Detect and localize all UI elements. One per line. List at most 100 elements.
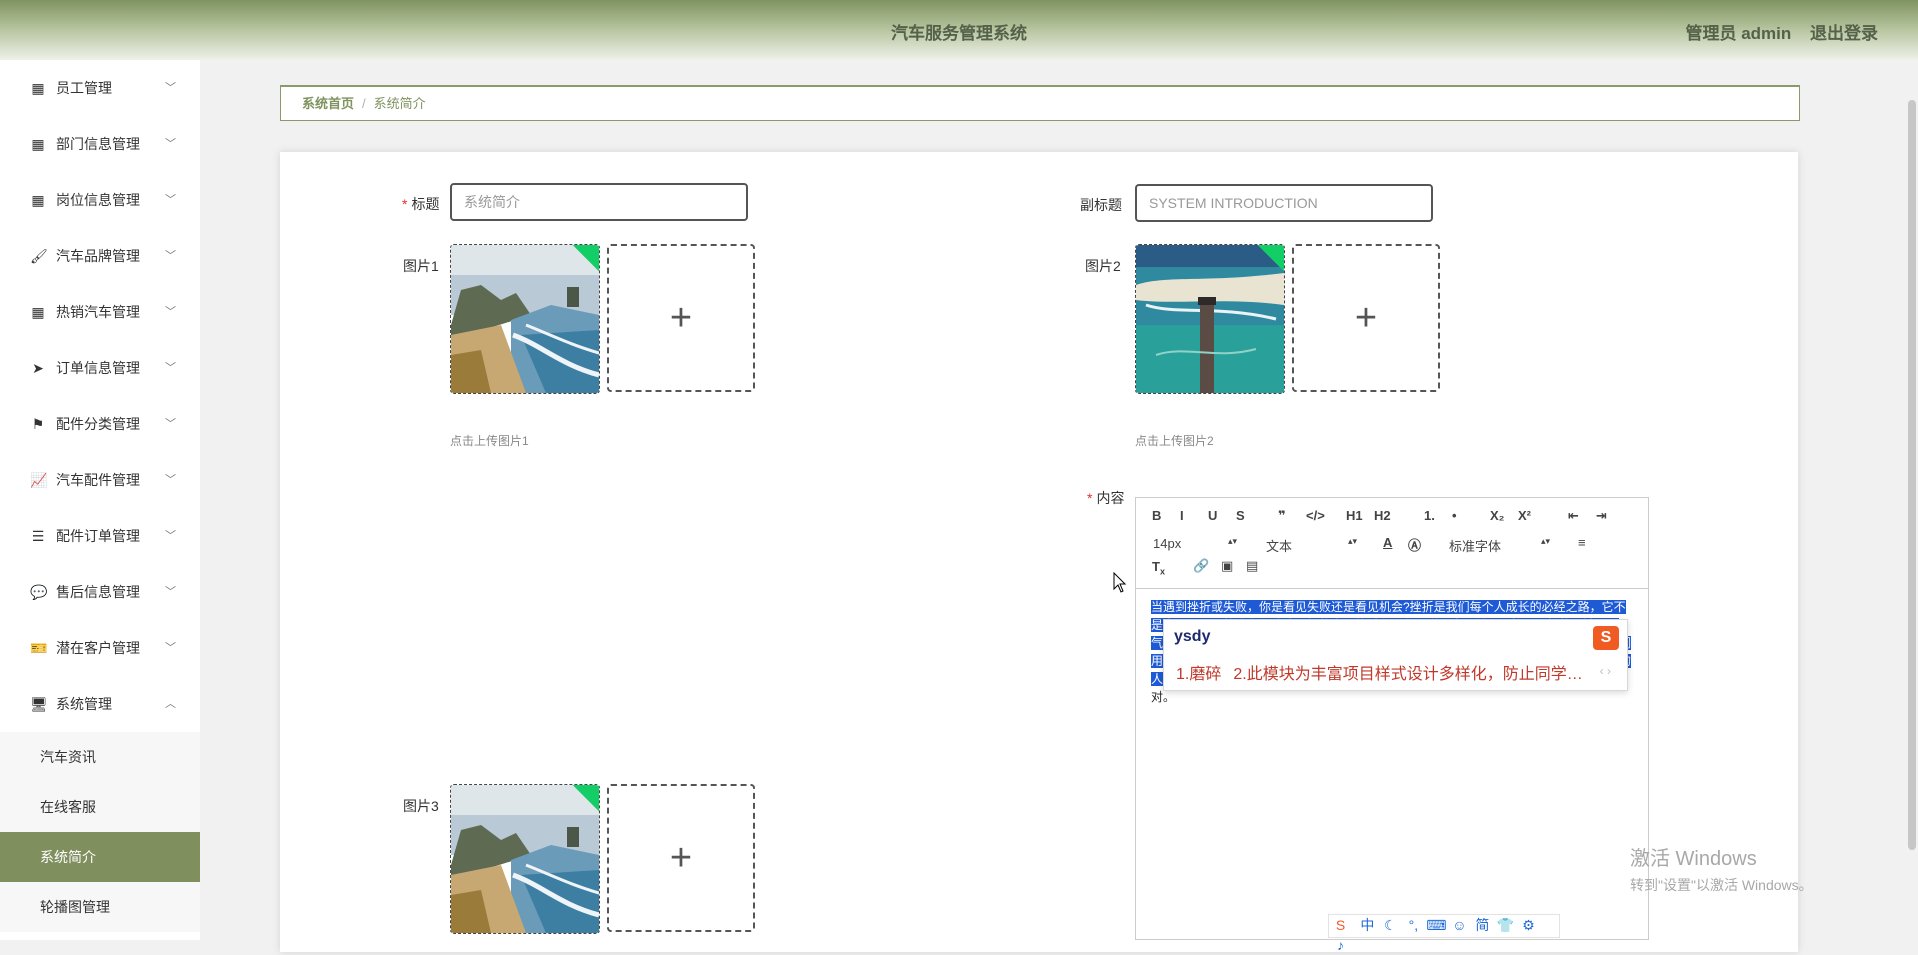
page-scrollbar[interactable] xyxy=(1906,60,1918,940)
underline-icon[interactable]: U xyxy=(1208,508,1217,523)
sidebar-item[interactable]: 💬 售后信息管理 ﹀ xyxy=(0,564,200,620)
pic3-thumbnail[interactable] xyxy=(450,784,600,934)
h2-icon[interactable]: H2 xyxy=(1374,508,1391,523)
pic1-label: 图片1 xyxy=(403,258,439,274)
chevron-down-icon: ﹀ xyxy=(165,82,176,94)
sidebar-subitem[interactable]: 在线客服 xyxy=(0,782,200,832)
pic1-thumbnail[interactable] xyxy=(450,244,600,394)
ime-candidate[interactable]: 1.磨碎 xyxy=(1176,666,1221,683)
title-label: * 标题 xyxy=(402,196,440,212)
pic2-hint: 点击上传图片2 xyxy=(1135,434,1214,448)
indent-icon[interactable]: ⇥ xyxy=(1596,508,1607,524)
ime-simplified-icon[interactable]: 简 xyxy=(1471,915,1494,935)
sidebar-subitem[interactable]: 轮播图管理 xyxy=(0,882,200,932)
sidebar-item[interactable]: ▦ 员工管理 ﹀ xyxy=(0,60,200,116)
sidebar-item[interactable]: 📈 汽车配件管理 ﹀ xyxy=(0,452,200,508)
chevron-up-icon: ︿ xyxy=(165,698,176,710)
ime-music-icon[interactable]: ♪ xyxy=(1329,935,1352,955)
sidebar-item[interactable]: ☰ 配件订单管理 ﹀ xyxy=(0,508,200,564)
pic2-upload-button[interactable]: + xyxy=(1292,244,1440,392)
monitor-icon: 🖥 xyxy=(30,696,48,712)
sidebar-item-label: 售后信息管理 xyxy=(56,584,140,600)
sidebar-item[interactable]: 🎫 潜在客户管理 ﹀ xyxy=(0,620,200,676)
ime-punctuation-icon[interactable]: °, xyxy=(1402,915,1425,935)
sidebar-item[interactable]: ▦ 岗位信息管理 ﹀ xyxy=(0,172,200,228)
sidebar-item[interactable]: ▦ 部门信息管理 ﹀ xyxy=(0,116,200,172)
ime-page-nav[interactable]: ‹ › xyxy=(1600,664,1611,678)
content-editor[interactable]: B I U S ❞ </> H1 H2 1. • X₂ X² ⇤ ⇥ 14px ▴▾ 文本 ▴▾ A Ⓐ 标准… xyxy=(1135,497,1649,940)
title-input[interactable] xyxy=(450,183,748,221)
image-icon[interactable]: ▣ xyxy=(1221,558,1233,574)
user-area: 管理员 admin 退出登录 xyxy=(1685,19,1878,44)
quote-icon[interactable]: ❞ xyxy=(1278,508,1286,524)
brush-icon: 🖌 xyxy=(30,248,48,264)
sidebar-item[interactable]: 🖌 汽车品牌管理 ﹀ xyxy=(0,228,200,284)
pic1-hint: 点击上传图片1 xyxy=(450,434,529,448)
ime-candidate[interactable]: 2.此模块为丰富项目样式设计多样化，防止同学… xyxy=(1233,666,1582,683)
pic3-label: 图片3 xyxy=(403,798,439,814)
pic3-upload-button[interactable]: + xyxy=(607,784,755,932)
sidebar-item-label: 岗位信息管理 xyxy=(56,192,140,208)
paragraph-select[interactable]: 文本 ▴▾ xyxy=(1266,536,1357,555)
h1-icon[interactable]: H1 xyxy=(1346,508,1363,523)
ime-logo-icon[interactable]: S xyxy=(1329,915,1352,935)
ime-skin-icon[interactable]: 👕 xyxy=(1494,915,1517,935)
ordered-list-icon[interactable]: 1. xyxy=(1424,508,1435,523)
sidebar-item-label: 系统管理 xyxy=(56,696,112,712)
submenu-system: 汽车资讯 在线客服 系统简介 轮播图管理 xyxy=(0,732,200,932)
chevron-down-icon: ﹀ xyxy=(165,194,176,206)
chevron-down-icon: ﹀ xyxy=(165,362,176,374)
ime-chinese-mode-icon[interactable]: 中 xyxy=(1356,915,1379,935)
pic1-upload-button[interactable]: + xyxy=(607,244,755,392)
watermark-line2: 转到"设置"以激活 Windows。 xyxy=(1630,877,1813,893)
video-icon[interactable]: ▤ xyxy=(1246,558,1258,574)
superscript-icon[interactable]: X² xyxy=(1518,508,1531,523)
ime-user-icon[interactable]: ☺ xyxy=(1448,915,1471,935)
code-icon[interactable]: </> xyxy=(1306,508,1325,523)
sidebar-subitem[interactable]: 汽车资讯 xyxy=(0,732,200,782)
breadcrumb-separator: / xyxy=(362,96,366,111)
sidebar-item-label: 热销汽车管理 xyxy=(56,304,140,320)
coast-landscape-image xyxy=(451,245,599,393)
italic-icon[interactable]: I xyxy=(1180,508,1184,523)
clear-format-icon[interactable]: Tx xyxy=(1152,559,1165,577)
outdent-icon[interactable]: ⇤ xyxy=(1568,508,1579,524)
subtitle-input[interactable] xyxy=(1135,184,1433,222)
page-scrollbar-thumb[interactable] xyxy=(1908,100,1916,850)
ime-moon-icon[interactable]: ☾ xyxy=(1379,915,1402,935)
flag-icon: ⚑ xyxy=(31,416,45,432)
ime-candidate-window: ysdy S 1.磨碎 2.此模块为丰富项目样式设计多样化，防止同学… ‹ › xyxy=(1163,619,1628,691)
sidebar-item[interactable]: ➤ 订单信息管理 ﹀ xyxy=(0,340,200,396)
editor-toolbar: B I U S ❞ </> H1 H2 1. • X₂ X² ⇤ ⇥ 14px ▴▾ 文本 ▴▾ A Ⓐ 标准… xyxy=(1136,498,1648,589)
font-family-select[interactable]: 标准字体 ▴▾ xyxy=(1449,536,1550,555)
breadcrumb-current: 系统简介 xyxy=(373,96,426,111)
font-color-icon[interactable]: A xyxy=(1383,535,1392,550)
sidebar-item[interactable]: ⚑ 配件分类管理 ﹀ xyxy=(0,396,200,452)
sidebar-subitem[interactable]: 系统简介 xyxy=(0,832,200,882)
bullet-list-icon[interactable]: • xyxy=(1452,508,1457,523)
lighthouse-sea-image xyxy=(1136,245,1284,393)
background-color-icon[interactable]: Ⓐ xyxy=(1408,535,1421,554)
ime-settings-icon[interactable]: ⚙ xyxy=(1517,915,1540,935)
subtitle-label: 副标题 xyxy=(1080,197,1122,213)
sidebar-item-label: 汽车配件管理 xyxy=(56,472,140,488)
strikethrough-icon[interactable]: S xyxy=(1236,508,1245,523)
font-size-select[interactable]: 14px ▴▾ xyxy=(1153,536,1237,551)
chevron-down-icon: ﹀ xyxy=(165,418,176,430)
ime-keyboard-icon[interactable]: ⌨ xyxy=(1425,915,1448,935)
logout-link[interactable]: 退出登录 xyxy=(1810,24,1878,43)
link-icon[interactable]: 🔗 xyxy=(1193,558,1209,574)
breadcrumb-home[interactable]: 系统首页 xyxy=(302,96,354,111)
plus-icon: + xyxy=(669,837,693,879)
grid-icon: ▦ xyxy=(31,80,45,96)
align-icon[interactable]: ≡ xyxy=(1578,535,1586,550)
sidebar-item[interactable]: ▦ 热销汽车管理 ﹀ xyxy=(0,284,200,340)
subscript-icon[interactable]: X₂ xyxy=(1490,508,1504,523)
coast-landscape-image xyxy=(451,785,599,933)
pic2-thumbnail[interactable] xyxy=(1135,244,1285,394)
sidebar-item[interactable]: 🖥 系统管理 ︿ xyxy=(0,676,200,732)
bold-icon[interactable]: B xyxy=(1152,508,1161,523)
sidebar-item-label: 配件订单管理 xyxy=(56,528,140,544)
watermark-line1: 激活 Windows xyxy=(1630,848,1757,870)
send-icon: ➤ xyxy=(32,360,44,376)
